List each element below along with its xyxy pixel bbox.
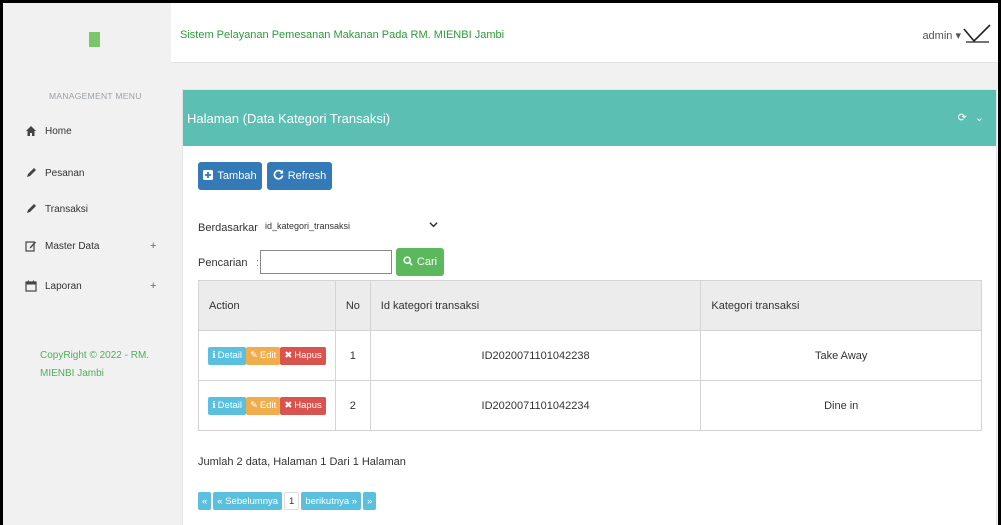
edit-button[interactable]: ✎ Edit <box>245 396 281 415</box>
delete-label: Hapus <box>294 350 322 361</box>
table-header-row: Action No Id kategori transaksi Kategori… <box>198 280 982 331</box>
refresh-button-label: Refresh <box>287 170 327 182</box>
add-button-label: Tambah <box>217 170 257 182</box>
search-button[interactable]: Cari <box>396 248 444 276</box>
search-button-label: Cari <box>416 256 438 268</box>
chevron-down-icon <box>429 220 438 231</box>
sidebar-item-label: Pesanan <box>45 167 85 179</box>
row-number: 1 <box>334 330 371 381</box>
column-header: No <box>334 280 371 331</box>
add-button[interactable]: Tambah <box>198 162 262 190</box>
expand-icon: + <box>150 240 157 252</box>
search-by-label: Berdasarkan: <box>198 222 264 234</box>
top-navbar: Sistem Pelayanan Pemesanan Makanan Pada … <box>171 3 998 63</box>
prev-page-button[interactable]: « Sebelumnya <box>213 492 283 510</box>
data-table: Action No Id kategori transaksi Kategori… <box>198 280 982 431</box>
search-field-select[interactable]: id_kategori_transaksi <box>258 215 445 237</box>
search-field-value: id_kategori_transaksi <box>265 221 351 231</box>
sidebar-item-master-data[interactable]: Master Data + <box>3 235 171 257</box>
collapse-icon[interactable]: ⌄ <box>975 111 984 124</box>
sidebar: MANAGEMENT MENU Home Pesanan Transaksi M… <box>3 3 171 525</box>
info-icon: ℹ <box>212 350 216 361</box>
refresh-icon <box>273 169 284 183</box>
close-icon: ✖ <box>284 350 293 361</box>
search-icon <box>403 255 413 269</box>
row-number: 2 <box>334 380 371 431</box>
category-cell: Dine in <box>700 380 982 431</box>
column-header: Id kategori transaksi <box>369 280 702 331</box>
user-name: admin <box>922 30 953 42</box>
panel-header: Halaman (Data Kategori Transaksi) ⟳ ⌄ <box>183 90 996 146</box>
column-header: Kategori transaksi <box>700 280 982 331</box>
pencil-icon <box>25 203 37 215</box>
sidebar-item-laporan[interactable]: Laporan + <box>3 275 171 297</box>
copyright-text: CopyRight © 2022 - RM. MIENBI Jambi <box>40 350 150 379</box>
page-title: Halaman (Data Kategori Transaksi) <box>187 111 391 126</box>
chevron-down-icon: ▾ <box>955 30 961 42</box>
refresh-button[interactable]: Refresh <box>267 162 332 190</box>
calendar-icon <box>25 280 37 292</box>
sidebar-item-label: Home <box>45 125 72 137</box>
sidebar-item-pesanan[interactable]: Pesanan <box>3 162 171 184</box>
search-input[interactable] <box>260 250 392 274</box>
sidebar-item-transaksi[interactable]: Transaksi <box>3 198 171 220</box>
detail-button[interactable]: ℹ Detail <box>208 396 246 415</box>
panel-tools: ⟳ ⌄ <box>958 111 984 124</box>
detail-label: Detail <box>217 350 242 361</box>
sidebar-item-label: Master Data <box>45 240 100 252</box>
signature-logo-icon <box>963 24 991 43</box>
delete-button[interactable]: ✖ Hapus <box>280 346 326 365</box>
id-cell: ID2020071101042238 <box>369 330 702 381</box>
detail-button[interactable]: ℹ Detail <box>208 346 246 365</box>
sidebar-item-home[interactable]: Home <box>3 120 171 142</box>
pencil-icon <box>25 167 37 179</box>
user-menu[interactable]: admin ▾ <box>922 29 961 42</box>
search-query-separator: : <box>256 257 260 269</box>
column-header: Action <box>198 280 336 331</box>
app-window: MANAGEMENT MENU Home Pesanan Transaksi M… <box>0 0 1001 525</box>
expand-icon: + <box>150 280 157 292</box>
table-row: ℹ Detail ✎ Edit ✖ Hapus 2 ID2020071101042234 … <box>198 380 982 431</box>
delete-button[interactable]: ✖ Hapus <box>280 396 326 415</box>
id-cell: ID2020071101042234 <box>369 380 702 431</box>
edit-button[interactable]: ✎ Edit <box>245 346 281 365</box>
edit-icon: ✎ <box>249 400 258 411</box>
app-title: Sistem Pelayanan Pemesanan Makanan Pada … <box>180 29 505 41</box>
info-icon: ℹ <box>212 400 216 411</box>
app-logo <box>89 32 100 47</box>
last-page-button[interactable]: » <box>363 492 377 510</box>
refresh-icon[interactable]: ⟳ <box>958 111 967 124</box>
plus-square-icon <box>203 169 214 183</box>
delete-label: Hapus <box>294 400 322 411</box>
first-page-button[interactable]: « <box>198 492 212 510</box>
edit-icon <box>25 240 37 252</box>
menu-heading: MANAGEMENT MENU <box>49 91 142 101</box>
search-query-label: Pencarian <box>198 257 248 269</box>
close-icon: ✖ <box>284 400 293 411</box>
edit-label: Edit <box>259 400 277 411</box>
action-cell: ℹ Detail ✎ Edit ✖ Hapus <box>198 330 336 381</box>
table-row: ℹ Detail ✎ Edit ✖ Hapus 1 ID2020071101042238 … <box>198 330 982 381</box>
next-page-button[interactable]: berikutnya » <box>301 492 362 510</box>
action-cell: ℹ Detail ✎ Edit ✖ Hapus <box>198 380 336 431</box>
sidebar-item-label: Transaksi <box>45 203 88 215</box>
sidebar-item-label: Laporan <box>45 280 82 292</box>
detail-label: Detail <box>217 400 242 411</box>
category-cell: Take Away <box>700 330 982 381</box>
pagination: « « Sebelumnya 1 berikutnya » » <box>198 492 377 510</box>
home-icon <box>25 125 37 137</box>
pagination-summary: Jumlah 2 data, Halaman 1 Dari 1 Halaman <box>198 456 406 468</box>
edit-icon: ✎ <box>249 350 258 361</box>
current-page[interactable]: 1 <box>284 492 300 510</box>
edit-label: Edit <box>259 350 277 361</box>
